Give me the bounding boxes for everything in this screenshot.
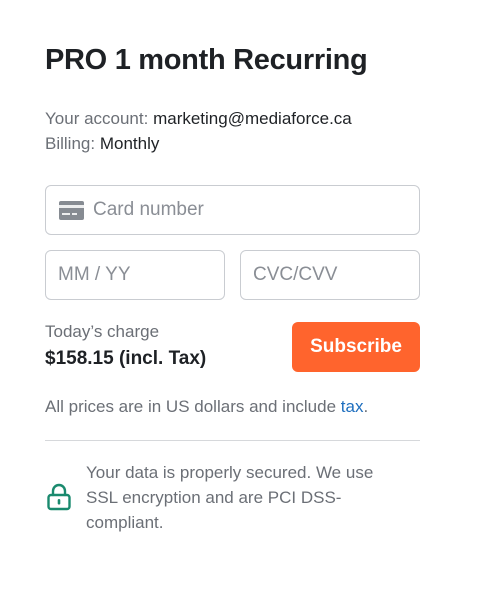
account-row: Your account: marketing@mediaforce.ca — [45, 106, 352, 131]
account-label: Your account: — [45, 109, 149, 128]
subscribe-button[interactable]: Subscribe — [292, 322, 420, 372]
account-email: marketing@mediaforce.ca — [153, 109, 352, 128]
card-number-field[interactable] — [45, 185, 420, 235]
charge-label: Today’s charge — [45, 322, 160, 341]
price-note: All prices are in US dollars and include… — [45, 397, 368, 417]
tax-link[interactable]: tax — [341, 397, 364, 416]
cvc-field[interactable] — [240, 250, 420, 300]
billing-value: Monthly — [99, 134, 160, 153]
billing-label: Billing: — [45, 134, 96, 153]
card-number-input[interactable] — [46, 186, 419, 234]
price-note-text: All prices are in US dollars and include — [45, 397, 341, 416]
expiry-field[interactable] — [45, 250, 225, 300]
page-title: PRO 1 month Recurring — [45, 44, 368, 76]
expiry-input[interactable] — [46, 251, 224, 299]
divider — [45, 440, 420, 441]
lock-icon — [47, 483, 71, 511]
charge-amount: $158.15 (incl. Tax) — [45, 348, 207, 369]
account-info: Your account: marketing@mediaforce.ca Bi… — [45, 106, 352, 156]
credit-card-icon — [59, 201, 84, 220]
price-note-end: . — [363, 397, 369, 416]
billing-row: Billing: Monthly — [45, 131, 352, 156]
cvc-input[interactable] — [241, 251, 419, 299]
security-note: Your data is properly secured. We use SS… — [86, 463, 374, 532]
